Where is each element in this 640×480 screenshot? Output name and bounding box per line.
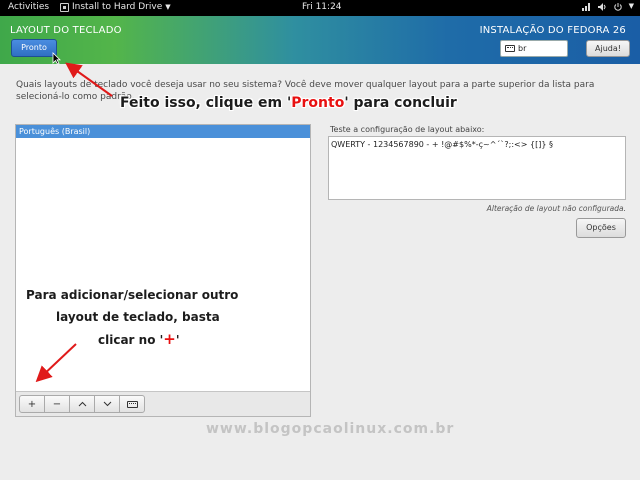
chevron-down-icon: ▼ xyxy=(628,2,634,10)
system-tray[interactable]: ▼ xyxy=(581,2,634,12)
move-up-button[interactable] xyxy=(69,395,95,413)
app-menu-label: Install to Hard Drive xyxy=(72,2,163,12)
power-icon xyxy=(613,3,622,11)
layout-toolbar: + − xyxy=(16,391,310,416)
keyboard-language-indicator[interactable]: br xyxy=(500,40,568,57)
annotation-add-hint: Para adicionar/selecionar outro layout d… xyxy=(26,284,266,351)
keyboard-icon xyxy=(126,400,138,408)
annotation-text: Feito isso, clique em ' xyxy=(120,95,292,111)
annotation-line-1: Para adicionar/selecionar outro xyxy=(26,288,239,302)
annotation-highlight: + xyxy=(163,330,176,348)
annotation-highlight: Pronto xyxy=(291,95,345,111)
test-layout-textarea[interactable]: QWERTY - 1234567890 - + !@#$%*-ç~^´`?;:<… xyxy=(328,136,626,200)
watermark: www.blogopcaolinux.com.br xyxy=(206,421,455,437)
product-title: INSTALAÇÃO DO FEDORA 26 xyxy=(479,25,626,36)
annotation-line-3: clicar no '+' xyxy=(98,328,266,351)
layout-row-portugues-brasil[interactable]: Português (Brasil) xyxy=(16,125,310,138)
page-title: LAYOUT DO TECLADO xyxy=(10,25,122,36)
keyboard-icon xyxy=(505,45,515,52)
options-button[interactable]: Opções xyxy=(576,218,626,238)
annotation-done-hint: Feito isso, clique em 'Pronto' para conc… xyxy=(120,95,457,111)
help-button[interactable]: Ajuda! xyxy=(586,40,630,57)
remove-layout-button[interactable]: − xyxy=(44,395,70,413)
network-icon xyxy=(581,3,590,11)
done-button[interactable]: Pronto xyxy=(11,39,57,57)
header-bar: LAYOUT DO TECLADO INSTALAÇÃO DO FEDORA 2… xyxy=(0,16,640,64)
annotation-text: ' xyxy=(175,333,180,347)
layout-change-status: Alteração de layout não configurada. xyxy=(486,204,626,213)
move-down-button[interactable] xyxy=(94,395,120,413)
chevron-down-icon: ▼ xyxy=(165,3,171,11)
app-menu[interactable]: Install to Hard Drive ▼ xyxy=(60,2,171,12)
add-layout-button[interactable]: + xyxy=(19,395,45,413)
preview-layout-button[interactable] xyxy=(119,395,145,413)
keyboard-language-value: br xyxy=(518,44,527,53)
layout-list[interactable]: Português (Brasil) + − xyxy=(15,124,311,417)
activities-button[interactable]: Activities xyxy=(8,2,49,12)
volume-icon xyxy=(597,3,606,11)
mouse-cursor-icon xyxy=(52,52,61,65)
chevron-down-icon xyxy=(103,401,111,407)
chevron-up-icon xyxy=(78,401,86,407)
test-layout-label: Teste a configuração de layout abaixo: xyxy=(330,125,485,134)
clock[interactable]: Fri 11:24 xyxy=(302,2,342,12)
drive-icon xyxy=(60,2,69,12)
annotation-text: ' para concluir xyxy=(344,95,457,111)
top-bar: Activities Install to Hard Drive ▼ Fri 1… xyxy=(0,0,640,16)
annotation-line-2: layout de teclado, basta xyxy=(56,310,220,324)
annotation-text: clicar no ' xyxy=(98,333,164,347)
